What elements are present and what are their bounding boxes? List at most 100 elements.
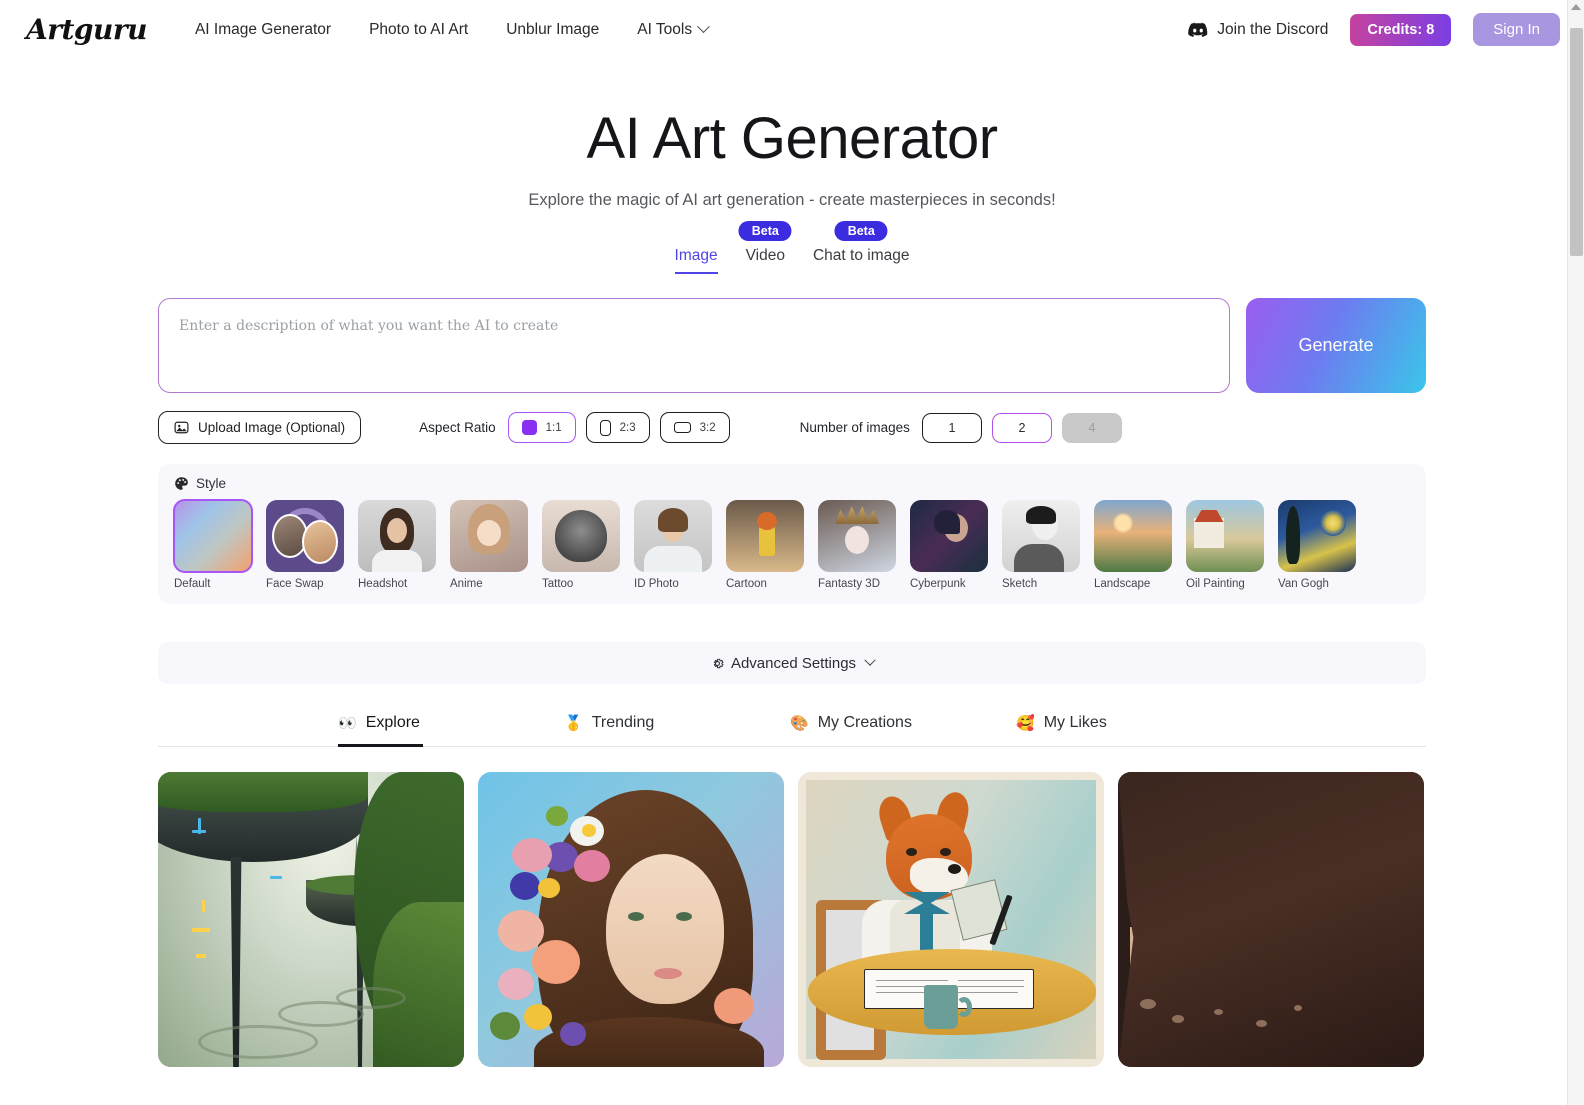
style-label: Oil Painting bbox=[1186, 578, 1245, 590]
style-thumbnail bbox=[173, 499, 253, 573]
nav-item-ai-tools[interactable]: AI Tools bbox=[637, 20, 710, 39]
gallery-card[interactable] bbox=[798, 772, 1104, 1067]
style-thumbnail bbox=[1278, 500, 1356, 572]
style-label: Tattoo bbox=[542, 578, 574, 590]
style-item-face-swap[interactable]: Face Swap bbox=[266, 500, 344, 590]
tab-label: Chat to image bbox=[812, 247, 910, 264]
tab-label: Image bbox=[674, 247, 718, 264]
gear-icon bbox=[713, 658, 724, 668]
upload-image-button[interactable]: Upload Image (Optional) bbox=[158, 411, 362, 444]
credits-button[interactable]: Credits: 8 bbox=[1350, 13, 1452, 46]
style-label: Anime bbox=[450, 578, 483, 590]
tab-image[interactable]: Image bbox=[661, 247, 732, 274]
aspect-ratio-3-2[interactable]: 3:2 bbox=[659, 412, 730, 443]
smiling-face-with-hearts-icon: 🥰 bbox=[1016, 714, 1035, 732]
style-list: Default Face Swap Headshot Anime Tattoo … bbox=[173, 499, 1410, 590]
style-label: Fantasty 3D bbox=[818, 578, 880, 590]
style-label: Default bbox=[174, 578, 211, 590]
page-subtitle: Explore the magic of AI art generation -… bbox=[528, 191, 1056, 209]
number-option-1[interactable]: 1 bbox=[921, 412, 982, 443]
prompt-input[interactable]: Enter a description of what you want the… bbox=[158, 298, 1230, 393]
hero-section: AI Art Generator Explore the magic of AI… bbox=[0, 105, 1584, 210]
prompt-placeholder: Enter a description of what you want the… bbox=[179, 318, 559, 334]
join-discord-link[interactable]: Join the Discord bbox=[1188, 21, 1328, 39]
nav-label: Unblur Image bbox=[506, 20, 600, 38]
gallery-tab-label: Trending bbox=[591, 714, 655, 731]
top-header: Artguru AI Image Generator Photo to AI A… bbox=[0, 0, 1584, 59]
gallery-tabs: 👀 Explore 🥇 Trending 🎨 My Creations 🥰 My… bbox=[158, 714, 1426, 747]
number-option-4[interactable]: 4 bbox=[1061, 412, 1122, 443]
style-thumbnail bbox=[266, 500, 344, 572]
style-item-id-photo[interactable]: ID Photo bbox=[634, 500, 712, 590]
tab-video[interactable]: Beta Video bbox=[732, 221, 799, 274]
gallery-card[interactable] bbox=[478, 772, 784, 1067]
aspect-ratio-1-1[interactable]: 1:1 bbox=[507, 412, 576, 443]
style-item-cyberpunk[interactable]: Cyberpunk bbox=[910, 500, 988, 590]
style-item-anime[interactable]: Anime bbox=[450, 500, 528, 590]
style-item-oil-painting[interactable]: Oil Painting bbox=[1186, 500, 1264, 590]
scrollbar-thumb[interactable] bbox=[1570, 28, 1583, 256]
aspect-ratio-2-3[interactable]: 2:3 bbox=[585, 412, 650, 443]
mode-tabs: Image Beta Video Beta Chat to image bbox=[0, 221, 1584, 274]
nav-item-photo-to-ai-art[interactable]: Photo to AI Art bbox=[369, 21, 468, 39]
advanced-settings-toggle[interactable]: Advanced Settings bbox=[158, 642, 1426, 684]
style-thumbnail bbox=[1002, 500, 1080, 572]
style-item-headshot[interactable]: Headshot bbox=[358, 500, 436, 590]
tab-label: Video bbox=[745, 247, 785, 264]
advanced-settings-label: Advanced Settings bbox=[730, 654, 857, 672]
discord-icon bbox=[1188, 22, 1208, 37]
join-discord-label: Join the Discord bbox=[1217, 20, 1329, 38]
options-row: Upload Image (Optional) Aspect Ratio 1:1… bbox=[158, 411, 1426, 444]
gallery-tab-label: Explore bbox=[365, 714, 420, 731]
generate-button[interactable]: Generate bbox=[1246, 298, 1426, 393]
gold-medal-icon: 🥇 bbox=[564, 714, 583, 732]
style-item-cartoon[interactable]: Cartoon bbox=[726, 500, 804, 590]
gallery-tab-label: My Likes bbox=[1043, 714, 1107, 731]
gallery-tab-explore[interactable]: 👀 Explore bbox=[338, 714, 564, 747]
style-item-tattoo[interactable]: Tattoo bbox=[542, 500, 620, 590]
style-thumbnail bbox=[450, 500, 528, 572]
number-option-2[interactable]: 2 bbox=[991, 412, 1052, 443]
style-label: Cyberpunk bbox=[910, 578, 966, 590]
page-title: AI Art Generator bbox=[586, 106, 998, 171]
gallery-card[interactable] bbox=[1118, 772, 1424, 1067]
tab-chat-to-image[interactable]: Beta Chat to image bbox=[799, 221, 924, 274]
upload-image-label: Upload Image (Optional) bbox=[198, 420, 346, 435]
gallery-grid bbox=[158, 772, 1426, 1067]
nav-label: AI Image Generator bbox=[194, 20, 332, 38]
style-thumbnail bbox=[1186, 500, 1264, 572]
number-of-images-label: Number of images bbox=[799, 420, 910, 435]
eyes-icon: 👀 bbox=[338, 714, 357, 732]
style-label: ID Photo bbox=[634, 578, 679, 590]
beta-badge: Beta bbox=[738, 221, 792, 241]
style-label: Cartoon bbox=[726, 578, 767, 590]
page-scrollbar[interactable] bbox=[1567, 0, 1584, 1105]
style-thumbnail bbox=[910, 500, 988, 572]
gallery-tab-my-likes[interactable]: 🥰 My Likes bbox=[1016, 714, 1242, 746]
style-item-default[interactable]: Default bbox=[173, 499, 253, 590]
style-item-van-gogh[interactable]: Van Gogh bbox=[1278, 500, 1356, 590]
portrait-swatch-icon bbox=[599, 419, 611, 436]
nav-item-ai-image-generator[interactable]: AI Image Generator bbox=[195, 21, 331, 39]
sign-in-button[interactable]: Sign In bbox=[1473, 13, 1560, 46]
landscape-swatch-icon bbox=[673, 422, 691, 433]
aspect-ratio-group: 1:1 2:3 3:2 bbox=[507, 412, 730, 443]
site-logo[interactable]: Artguru bbox=[26, 13, 147, 46]
style-item-landscape[interactable]: Landscape bbox=[1094, 500, 1172, 590]
style-label: Face Swap bbox=[266, 578, 324, 590]
aspect-ratio-label: Aspect Ratio bbox=[419, 420, 496, 435]
aspect-ratio-label-value: 3:2 bbox=[699, 421, 716, 434]
gallery-card[interactable] bbox=[158, 772, 464, 1067]
style-heading: Style bbox=[174, 476, 1410, 491]
beta-badge: Beta bbox=[834, 221, 888, 241]
nav-item-unblur-image[interactable]: Unblur Image bbox=[506, 21, 599, 39]
style-item-fantasty-3d[interactable]: Fantasty 3D bbox=[818, 500, 896, 590]
gallery-tab-trending[interactable]: 🥇 Trending bbox=[564, 714, 790, 746]
gallery-tab-my-creations[interactable]: 🎨 My Creations bbox=[790, 714, 1016, 746]
header-actions: Join the Discord Credits: 8 Sign In bbox=[1188, 13, 1560, 46]
style-label: Landscape bbox=[1094, 578, 1151, 590]
scroll-up-arrow-icon[interactable] bbox=[1571, 4, 1581, 10]
number-of-images-group: 1 2 4 bbox=[921, 412, 1122, 443]
style-item-sketch[interactable]: Sketch bbox=[1002, 500, 1080, 590]
style-thumbnail bbox=[726, 500, 804, 572]
